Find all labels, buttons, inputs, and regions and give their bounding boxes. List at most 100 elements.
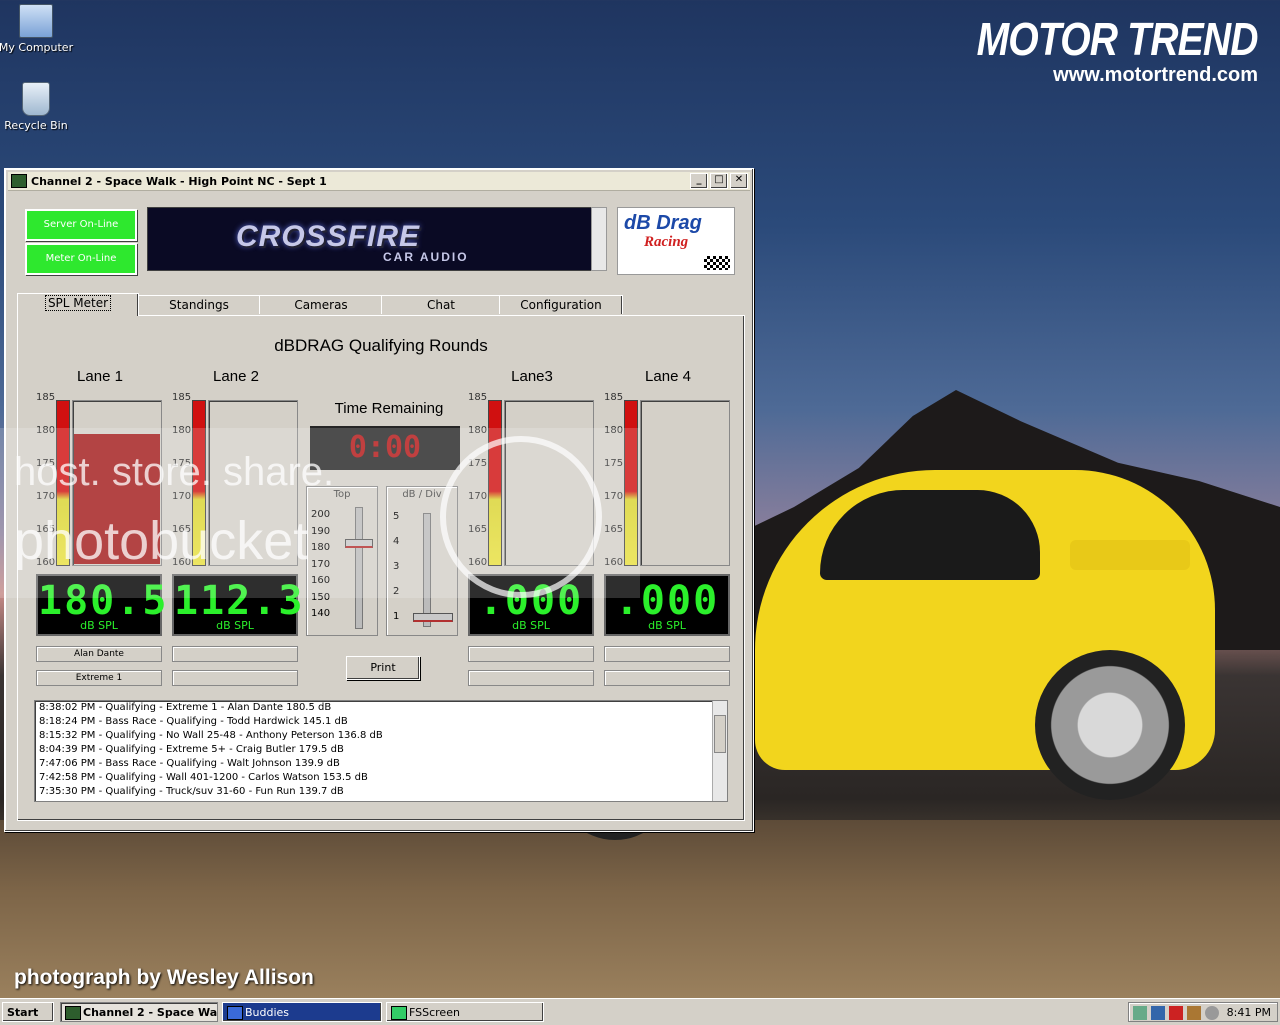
meter-status-button[interactable]: Meter On-Line <box>25 243 137 275</box>
taskbar: Start Channel 2 - Space Wa... Buddies FS… <box>0 998 1280 1025</box>
lane-spl-value: .000 <box>614 578 720 624</box>
app-window: Channel 2 - Space Walk - High Point NC -… <box>4 168 754 832</box>
lane-spl-unit: dB SPL <box>80 619 118 632</box>
lane-competitor-name <box>468 646 594 662</box>
window-title: Channel 2 - Space Walk - High Point NC -… <box>31 174 327 188</box>
lane-title: Lane 2 <box>213 368 259 385</box>
scale-tick: 165 <box>468 524 488 535</box>
log-scrollbar-thumb[interactable] <box>714 715 726 753</box>
top-tick: 190 <box>311 525 331 537</box>
scale-tick: 160 <box>468 557 488 568</box>
desktop-icon-label: Recycle Bin <box>4 119 68 132</box>
scale-tick: 185 <box>468 392 488 403</box>
tab-configuration[interactable]: Configuration <box>499 295 623 314</box>
taskbar-item-channel2[interactable]: Channel 2 - Space Wa... <box>60 1002 218 1022</box>
tab-standings[interactable]: Standings <box>137 295 261 314</box>
top-slider-thumb[interactable] <box>345 539 373 548</box>
motortrend-title: MOTOR TREND <box>976 13 1259 65</box>
banner-subtitle: CAR AUDIO <box>383 250 469 264</box>
scale-tick: 170 <box>468 491 488 502</box>
banner-scrollbar[interactable] <box>591 207 607 271</box>
event-log[interactable]: 8:38:02 PM - Qualifying - Extreme 1 - Al… <box>34 700 728 802</box>
desktop-icon-recycle-bin[interactable]: Recycle Bin <box>0 82 76 132</box>
log-entry[interactable]: 7:42:58 PM - Qualifying - Wall 401-1200 … <box>35 771 727 785</box>
print-button[interactable]: Print <box>346 656 420 680</box>
top-slider-track[interactable] <box>355 507 363 629</box>
messenger-icon[interactable] <box>1151 1006 1165 1020</box>
server-status-button[interactable]: Server On-Line <box>25 209 137 241</box>
lane-scale: 185 180 175 170 165 160 <box>172 392 194 568</box>
scale-tick: 160 <box>604 557 624 568</box>
tab-label: SPL Meter <box>44 295 112 311</box>
lane-competitor-name: Alan Dante <box>36 646 162 662</box>
photo-credit: photograph by Wesley Allison <box>14 966 314 989</box>
app-icon <box>65 1006 81 1020</box>
motortrend-url: www.motortrend.com <box>1053 64 1258 86</box>
lane-level-gauge <box>208 400 298 566</box>
lane-level-fill <box>74 434 160 564</box>
tab-spl-meter[interactable]: SPL Meter <box>17 293 139 316</box>
lane-lcd-display: 112.3 dB SPL <box>172 574 305 636</box>
tool-icon[interactable] <box>1187 1006 1201 1020</box>
taskbar-item-buddies[interactable]: Buddies <box>222 1002 382 1022</box>
db-div-control: dB / Div 5 4 3 2 1 <box>386 486 458 636</box>
time-remaining-display: 0:00 <box>310 426 460 470</box>
top-tick: 160 <box>311 575 331 586</box>
tab-chat[interactable]: Chat <box>381 295 501 314</box>
close-button[interactable]: ✕ <box>730 173 748 189</box>
lane-spl-value: 112.3 <box>174 578 305 624</box>
scale-tick: 185 <box>604 392 624 403</box>
scale-tick: 165 <box>36 524 56 535</box>
scale-tick: 185 <box>172 392 192 403</box>
maximize-button[interactable]: □ <box>710 173 728 189</box>
db-div-slider-thumb[interactable] <box>413 613 453 622</box>
lane-competitor-name <box>604 646 730 662</box>
scale-tick: 175 <box>36 458 56 469</box>
top-tick: 150 <box>311 591 331 603</box>
scale-tick: 180 <box>36 425 56 436</box>
system-tray: 8:41 PM <box>1128 1002 1278 1022</box>
log-entry[interactable]: 8:04:39 PM - Qualifying - Extreme 5+ - C… <box>35 743 727 757</box>
lane-spl-unit: dB SPL <box>216 619 254 632</box>
taskbar-item-fsscreen[interactable]: FSScreen <box>386 1002 544 1022</box>
clock: 8:41 PM <box>1226 1006 1271 1019</box>
log-entry[interactable]: 7:35:30 PM - Qualifying - Truck/suv 31-6… <box>35 785 727 799</box>
lane-color-bar <box>624 400 638 566</box>
scale-tick: 180 <box>172 425 192 436</box>
db-div-tick: 3 <box>393 561 400 572</box>
db-div-slider-track[interactable] <box>423 513 431 627</box>
minimize-button[interactable]: _ <box>690 173 708 189</box>
lane-spl-value: 180.5 <box>38 578 169 624</box>
mail-icon[interactable] <box>1169 1006 1183 1020</box>
top-control-label: Top <box>333 489 351 500</box>
lane-competitor-class: Extreme 1 <box>36 670 162 686</box>
computer-icon <box>19 4 53 38</box>
sponsor-banner: CROSSFIRE CAR AUDIO <box>147 207 593 271</box>
top-tick: 200 <box>311 509 331 520</box>
scale-tick: 165 <box>172 524 192 535</box>
log-entry[interactable]: 8:38:02 PM - Qualifying - Extreme 1 - Al… <box>35 701 727 715</box>
lane-lcd-display: .000 dB SPL <box>468 574 594 636</box>
title-bar[interactable]: Channel 2 - Space Walk - High Point NC -… <box>8 172 750 191</box>
time-remaining-label: Time Remaining <box>334 400 444 417</box>
log-scrollbar[interactable] <box>712 701 727 801</box>
desktop-icon-my-computer[interactable]: My Computer <box>0 4 76 54</box>
lane-title: Lane 4 <box>645 368 691 385</box>
log-entry[interactable]: 8:15:32 PM - Qualifying - No Wall 25-48 … <box>35 729 727 743</box>
car-wheel <box>1035 650 1185 800</box>
top-tick: 140 <box>311 608 331 619</box>
network-icon[interactable] <box>1133 1006 1147 1020</box>
lane-color-bar <box>192 400 206 566</box>
log-entry[interactable]: 7:47:06 PM - Bass Race - Qualifying - Wa… <box>35 757 727 771</box>
tab-cameras[interactable]: Cameras <box>259 295 383 314</box>
start-button[interactable]: Start <box>2 1002 54 1022</box>
app-icon <box>11 174 27 188</box>
log-entry[interactable]: 8:18:24 PM - Bass Race - Qualifying - To… <box>35 715 727 729</box>
db-div-tick: 1 <box>393 611 400 622</box>
scale-tick: 170 <box>604 491 624 502</box>
lane-title: Lane 1 <box>77 368 123 385</box>
lane-spl-value: .000 <box>478 578 584 624</box>
top-control: Top 200 190 180 170 160 150 140 <box>306 486 378 636</box>
lane-competitor-class <box>468 670 594 686</box>
volume-icon[interactable] <box>1205 1006 1219 1020</box>
